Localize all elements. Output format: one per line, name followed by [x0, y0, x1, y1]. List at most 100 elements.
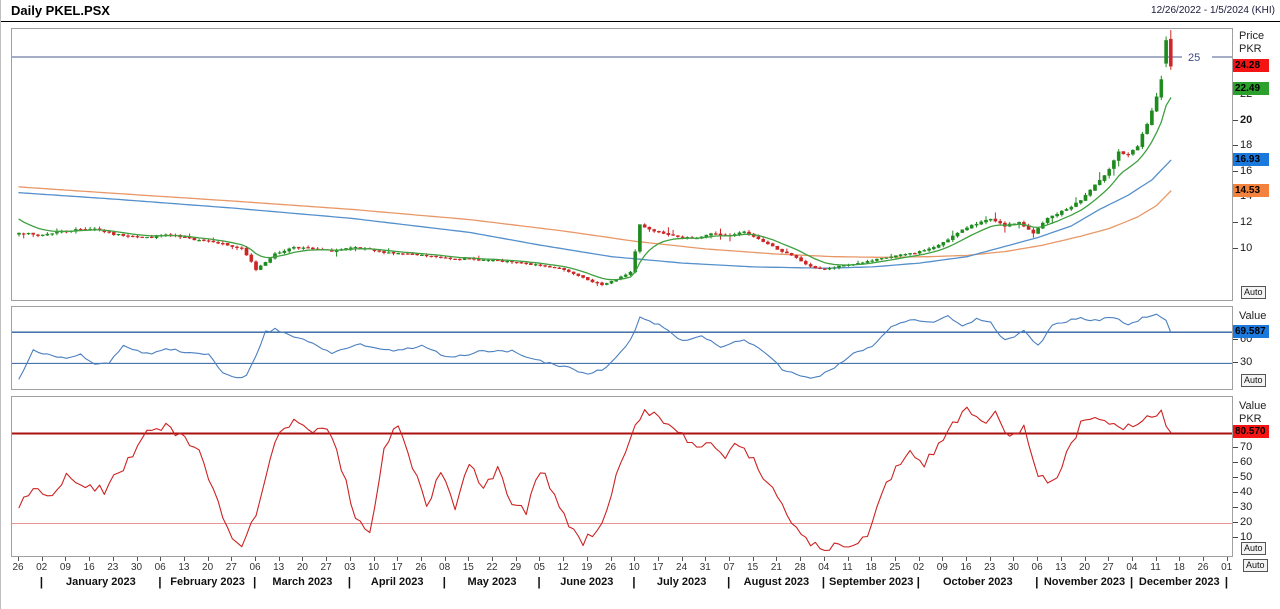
time-tick — [1061, 557, 1062, 561]
time-tick-label: 11 — [1150, 562, 1160, 573]
price-tick-12: 12 — [1240, 216, 1252, 228]
rsi-tick-30: 30 — [1240, 356, 1252, 368]
time-tick — [611, 557, 612, 561]
time-tick-label: 27 — [226, 562, 237, 573]
last-price-badge: 24.28 — [1233, 59, 1269, 72]
time-tick — [492, 557, 493, 561]
time-tick — [42, 557, 43, 561]
stoch-line — [19, 407, 1171, 550]
time-tick-label: 07 — [723, 562, 734, 573]
time-tick-label: 06 — [1032, 562, 1043, 573]
month-separator: | — [917, 575, 920, 589]
time-tick-label: 01 — [1221, 562, 1232, 573]
stoch-tick-30-dash — [1233, 507, 1238, 508]
time-tick-label: 30 — [131, 562, 142, 573]
month-label: March 2023 — [272, 576, 332, 588]
stoch-tick-70: 70 — [1240, 441, 1252, 453]
time-tick — [302, 557, 303, 561]
price-tick-20-dash — [1233, 120, 1238, 121]
time-tick-label: 28 — [795, 562, 806, 573]
time-tick-label: 24 — [676, 562, 687, 573]
time-tick-label: 29 — [510, 562, 521, 573]
main-price-pane[interactable]: 25 — [11, 28, 1233, 301]
time-tick-label: 18 — [866, 562, 877, 573]
time-tick-label: 23 — [107, 562, 118, 573]
month-label: November 2023 — [1044, 576, 1125, 588]
chart-titlebar: Daily PKEL.PSX 12/26/2022 - 1/5/2024 (KH… — [1, 0, 1280, 22]
chart-window: Daily PKEL.PSX 12/26/2022 - 1/5/2024 (KH… — [0, 0, 1280, 609]
time-tick-label: 20 — [202, 562, 213, 573]
time-tick-label: 12 — [558, 562, 569, 573]
time-tick — [18, 557, 19, 561]
time-tick-label: 15 — [463, 562, 474, 573]
price-tick-10-dash — [1233, 248, 1238, 249]
stoch-chart-canvas[interactable] — [12, 397, 1232, 556]
time-tick — [824, 557, 825, 561]
time-tick — [350, 557, 351, 561]
orange-ma-badge: 14.53 — [1233, 184, 1269, 197]
time-tick — [705, 557, 706, 561]
time-tick-label: 23 — [984, 562, 995, 573]
time-tick — [255, 557, 256, 561]
time-tick — [871, 557, 872, 561]
month-label: February 2023 — [170, 576, 245, 588]
time-tick-label: 20 — [1079, 562, 1090, 573]
month-label: January 2023 — [66, 576, 136, 588]
time-tick — [208, 557, 209, 561]
rsi-indicator-pane[interactable] — [11, 306, 1233, 390]
time-tick-label: 18 — [1174, 562, 1185, 573]
time-tick-label: 26 — [415, 562, 426, 573]
candlestick-chart-canvas[interactable]: 25 — [12, 29, 1232, 300]
time-tick — [966, 557, 967, 561]
stoch-tick-30: 30 — [1240, 501, 1252, 513]
green-ma-badge: 22.49 — [1233, 82, 1269, 95]
time-tick — [848, 557, 849, 561]
time-tick — [658, 557, 659, 561]
time-tick — [468, 557, 469, 561]
price-tick-16-dash — [1233, 171, 1238, 172]
time-tick — [397, 557, 398, 561]
time-tick — [990, 557, 991, 561]
time-tick-label: 09 — [937, 562, 948, 573]
time-tick — [1203, 557, 1204, 561]
time-tick-label: 04 — [818, 562, 829, 573]
stoch-tick-50: 50 — [1240, 471, 1252, 483]
time-tick-label: 03 — [344, 562, 355, 573]
time-tick-label: 31 — [700, 562, 711, 573]
time-tick — [1227, 557, 1228, 561]
time-tick — [516, 557, 517, 561]
month-separator: | — [822, 575, 825, 589]
stoch-tick-10-dash — [1233, 537, 1238, 538]
time-tick-label: 19 — [581, 562, 592, 573]
time-tick — [113, 557, 114, 561]
time-tick-label: 02 — [36, 562, 47, 573]
month-separator: | — [40, 575, 43, 589]
time-tick-label: 02 — [913, 562, 924, 573]
time-tick-label: 20 — [297, 562, 308, 573]
blue-ma-badge: 16.93 — [1233, 153, 1269, 166]
time-tick-label: 05 — [534, 562, 545, 573]
stoch-indicator-pane[interactable] — [11, 396, 1233, 557]
time-tick-label: 16 — [84, 562, 95, 573]
month-separator: | — [1225, 575, 1228, 589]
rsi-chart-canvas[interactable] — [12, 307, 1232, 389]
chart-title: Daily PKEL.PSX — [11, 3, 110, 18]
time-tick-label: 27 — [321, 562, 332, 573]
orange-ma-line — [19, 187, 1171, 257]
time-tick-label: 06 — [155, 562, 166, 573]
month-separator: | — [443, 575, 446, 589]
month-separator: | — [727, 575, 730, 589]
time-tick — [800, 557, 801, 561]
price-tick-18-dash — [1233, 145, 1238, 146]
time-tick — [160, 557, 161, 561]
month-separator: | — [1035, 575, 1038, 589]
month-label: May 2023 — [468, 576, 517, 588]
time-tick — [231, 557, 232, 561]
time-tick-label: 21 — [771, 562, 782, 573]
time-tick-label: 06 — [249, 562, 260, 573]
rsi-tick-30-dash — [1233, 362, 1238, 363]
time-tick — [753, 557, 754, 561]
time-tick — [89, 557, 90, 561]
month-separator: | — [1130, 575, 1133, 589]
month-separator: | — [348, 575, 351, 589]
